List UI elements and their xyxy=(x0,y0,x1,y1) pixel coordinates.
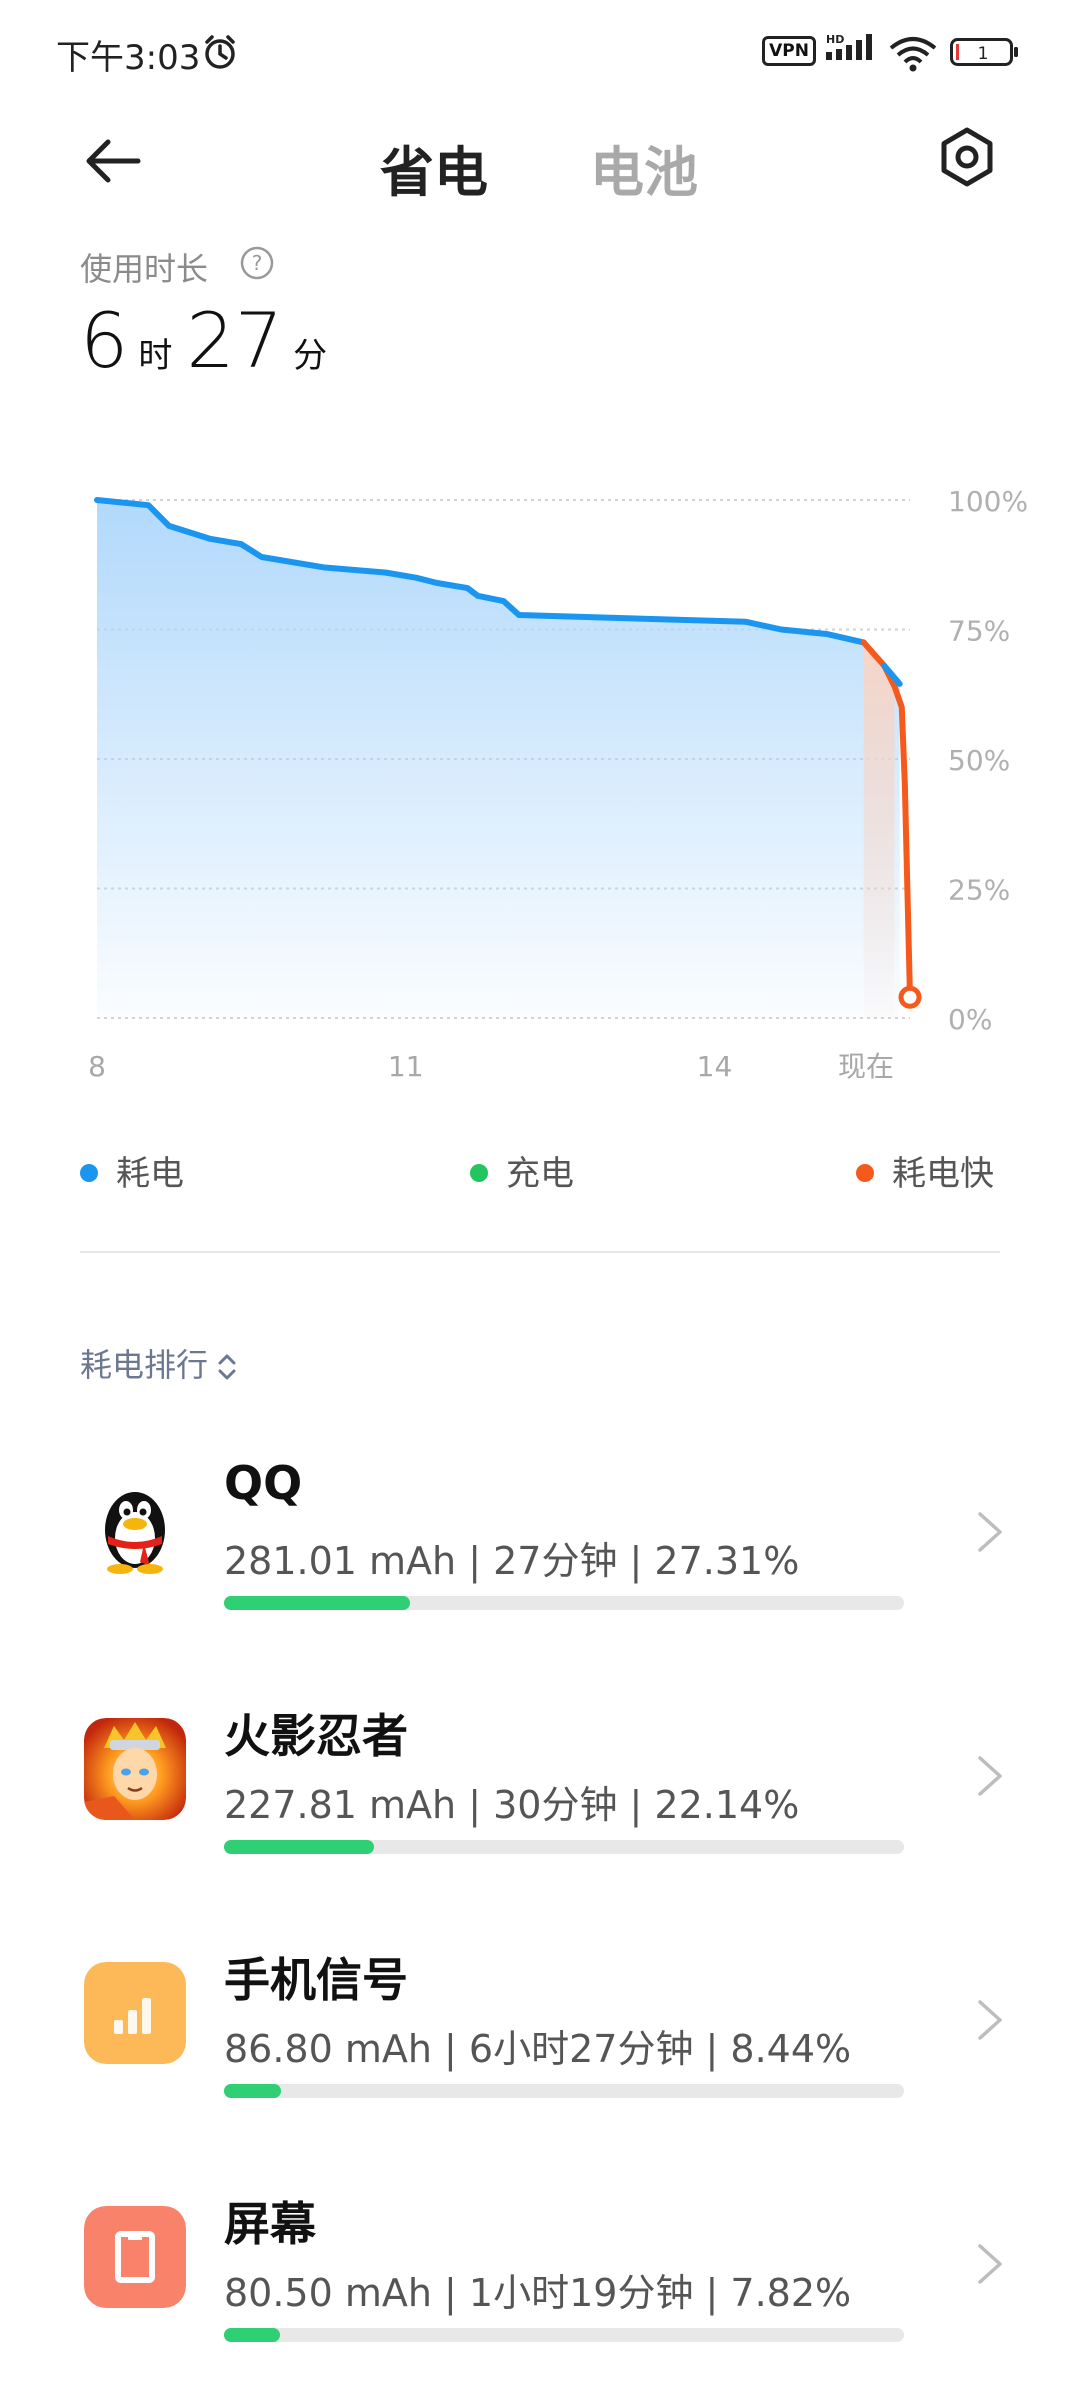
chevron-right-icon xyxy=(978,1756,1002,1796)
app-name: 屏幕 xyxy=(224,2197,316,2251)
wifi-icon xyxy=(889,37,937,72)
legend-fast-drain-label: 耗电快 xyxy=(892,1154,994,1194)
app-item-mobile-signal[interactable]: 手机信号 86.80 mAh | 6小时27分钟 | 8.44% xyxy=(0,1944,1080,2164)
hd-label: HD xyxy=(826,33,844,46)
status-time: 下午3:03 xyxy=(56,38,201,78)
usage-minutes: 27 xyxy=(186,296,284,385)
vpn-badge: VPN xyxy=(762,36,816,66)
legend-charging: 充电 xyxy=(470,1146,574,1195)
legend-fast-drain-dot xyxy=(856,1163,874,1182)
battery-level-chart: 100% 75% 50% 25% 0% 8 11 14 现在 xyxy=(88,485,1028,1080)
x-tick-label: 14 xyxy=(697,1050,733,1080)
usage-bar-fill xyxy=(224,2328,280,2342)
help-icon[interactable]: ? xyxy=(240,246,274,280)
tab-battery[interactable]: 电池 xyxy=(590,128,698,207)
tab-power-saving[interactable]: 省电 xyxy=(380,128,488,207)
back-button[interactable] xyxy=(80,126,150,196)
usage-hours-unit: 时 xyxy=(138,336,173,376)
usage-bar-track xyxy=(224,1840,904,1854)
usage-bar-fill xyxy=(224,1840,375,1854)
usage-duration-label: 使用时长 xyxy=(80,250,209,288)
y-tick-label: 75% xyxy=(948,615,1010,648)
current-level-marker xyxy=(898,985,922,1009)
x-tick-label: 11 xyxy=(388,1050,424,1080)
naruto-game-icon xyxy=(84,1718,186,1820)
signal-bars-icon xyxy=(84,1962,186,2064)
svg-text:?: ? xyxy=(252,251,263,275)
alarm-icon xyxy=(205,35,235,69)
app-stats: 227.81 mAh | 30分钟 | 22.14% xyxy=(224,1783,800,1827)
settings-gear-icon[interactable] xyxy=(936,126,998,188)
consumption-area xyxy=(97,500,900,1018)
app-name: 火影忍者 xyxy=(224,1709,408,1763)
y-tick-label: 50% xyxy=(948,744,1010,777)
consumption-ranking-sort[interactable]: 耗电排行 xyxy=(80,1340,238,1386)
legend-fast-drain: 耗电快 xyxy=(856,1146,994,1195)
chevron-right-icon xyxy=(978,2244,1002,2284)
usage-minutes-unit: 分 xyxy=(293,336,328,376)
app-name: QQ xyxy=(224,1456,303,1510)
chevron-right-icon xyxy=(978,2000,1002,2040)
usage-bar-track xyxy=(224,2084,904,2098)
fast-drain-area xyxy=(863,642,895,1018)
sort-chevrons-icon xyxy=(218,1354,236,1380)
x-tick-label: 8 xyxy=(88,1050,106,1080)
legend-charging-label: 充电 xyxy=(506,1154,574,1194)
y-tick-label: 0% xyxy=(948,1003,992,1036)
app-item-naruto[interactable]: 火影忍者 227.81 mAh | 30分钟 | 22.14% xyxy=(0,1700,1080,1920)
app-stats: 281.01 mAh | 27分钟 | 27.31% xyxy=(224,1539,800,1583)
usage-bar-track xyxy=(224,2328,904,2342)
ranking-header-label: 耗电排行 xyxy=(80,1346,209,1384)
app-stats: 86.80 mAh | 6小时27分钟 | 8.44% xyxy=(224,2027,852,2071)
chevron-right-icon xyxy=(978,1512,1002,1552)
cellular-signal-icon: HD xyxy=(826,33,872,60)
legend-consumption: 耗电 xyxy=(80,1146,184,1195)
legend-consumption-label: 耗电 xyxy=(116,1154,184,1194)
app-item-qq[interactable]: QQ 281.01 mAh | 27分钟 | 27.31% xyxy=(0,1456,1080,1676)
x-tick-label: 现在 xyxy=(838,1050,894,1080)
usage-hours: 6 xyxy=(80,296,129,385)
battery-level-text: 1 xyxy=(978,44,989,64)
usage-bar-fill xyxy=(224,1596,410,1610)
usage-duration-value: 6 时 27 分 xyxy=(80,296,341,385)
qq-penguin-icon xyxy=(105,1492,165,1574)
legend-consumption-dot xyxy=(80,1163,98,1182)
usage-bar-fill xyxy=(224,2084,282,2098)
app-name: 手机信号 xyxy=(224,1953,408,2007)
app-stats: 80.50 mAh | 1小时19分钟 | 7.82% xyxy=(224,2271,852,2315)
legend-charging-dot xyxy=(470,1163,488,1182)
app-item-screen[interactable]: 屏幕 80.50 mAh | 1小时19分钟 | 7.82% xyxy=(0,2188,1080,2408)
usage-bar-track xyxy=(224,1596,904,1610)
divider xyxy=(80,1251,1000,1253)
y-tick-label: 100% xyxy=(948,485,1028,518)
battery-icon: 1 xyxy=(950,38,1018,66)
y-tick-label: 25% xyxy=(948,874,1010,907)
screen-icon xyxy=(84,2206,186,2308)
